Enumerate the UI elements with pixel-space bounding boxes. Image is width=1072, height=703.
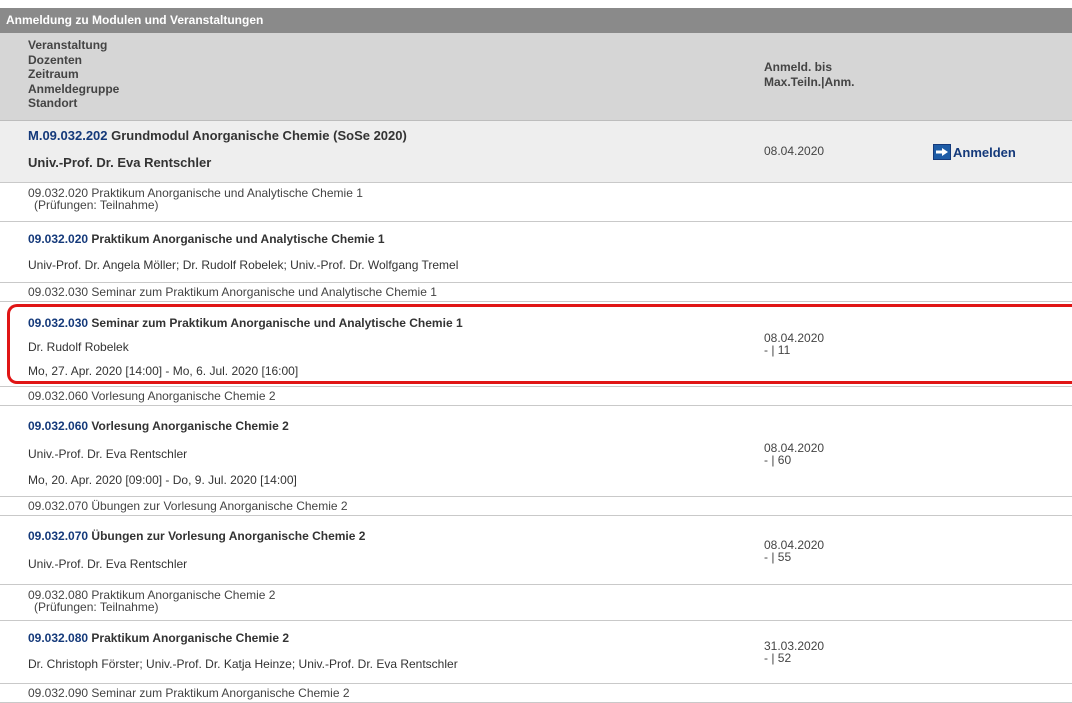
header-anmeld-bis: Anmeld. bis [764, 60, 833, 74]
course-code-link[interactable]: 09.032.020 [28, 232, 88, 246]
table-row: 09.032.080 Praktikum Anorganische Chemie… [0, 621, 1072, 684]
row-line2: (Prüfungen: Teilnahme) [34, 599, 159, 614]
row-title: 09.032.060 Vorlesung Anorganische Chemie… [28, 419, 289, 433]
table-row: 09.032.020 Praktikum Anorganische und An… [0, 222, 1072, 283]
row-line1: 09.032.060 Vorlesung Anorganische Chemie… [28, 389, 276, 403]
course-title: Praktikum Anorganische und Analytische C… [91, 232, 385, 246]
panel-title: Anmeldung zu Modulen und Veranstaltungen [0, 8, 1072, 33]
course-code-link[interactable]: 09.032.060 [28, 419, 88, 433]
course-lecturers: Univ.-Prof. Dr. Eva Rentschler [28, 447, 188, 461]
course-code-link[interactable]: 09.032.080 [28, 631, 88, 645]
course-lecturers: Univ.-Prof. Dr. Eva Rentschler [28, 557, 188, 571]
module-deadline: 08.04.2020 [764, 144, 825, 158]
course-deadline-block: 31.03.2020 - | 52 [764, 640, 824, 664]
column-header: Veranstaltung Dozenten Zeitraum Anmeldeg… [0, 33, 1072, 121]
arrow-right-icon [933, 144, 951, 160]
anmelden-button[interactable]: Anmelden [933, 144, 1016, 160]
table-row: 09.032.060 Vorlesung Anorganische Chemie… [0, 406, 1072, 497]
table-row: 09.032.030 Seminar zum Praktikum Anorgan… [0, 283, 1072, 302]
course-title: Seminar zum Praktikum Anorganische und A… [91, 316, 463, 330]
row-title: 09.032.070 Übungen zur Vorlesung Anorgan… [28, 529, 365, 543]
course-period: Mo, 27. Apr. 2020 [14:00] - Mo, 6. Jul. … [28, 364, 299, 378]
course-capacity: - | 11 [764, 343, 791, 357]
course-lecturers: Univ-Prof. Dr. Angela Möller; Dr. Rudolf… [28, 258, 459, 272]
row-line1: 09.032.030 Seminar zum Praktikum Anorgan… [28, 285, 437, 299]
table-row: 09.032.080 Praktikum Anorganische Chemie… [0, 585, 1072, 621]
row-text: 09.032.080 Praktikum Anorganische Chemie… [28, 589, 275, 614]
row-text: 09.032.020 Praktikum Anorganische und An… [28, 187, 363, 212]
course-capacity: - | 52 [764, 651, 792, 665]
table-row: 09.032.060 Vorlesung Anorganische Chemie… [0, 387, 1072, 406]
table-row: 09.032.020 Praktikum Anorganische und An… [0, 183, 1072, 222]
row-line2: (Prüfungen: Teilnahme) [34, 197, 159, 212]
row-title: 09.032.080 Praktikum Anorganische Chemie… [28, 631, 289, 645]
row-line1: 09.032.090 Seminar zum Praktikum Anorgan… [28, 686, 350, 700]
course-title: Vorlesung Anorganische Chemie 2 [91, 419, 289, 433]
table-row: 09.032.090 Seminar zum Praktikum Anorgan… [0, 684, 1072, 703]
module-lecturer: Univ.-Prof. Dr. Eva Rentschler [28, 155, 212, 170]
course-title: Übungen zur Vorlesung Anorganische Chemi… [91, 529, 366, 543]
course-code-link[interactable]: 09.032.070 [28, 529, 88, 543]
row-line1: 09.032.070 Übungen zur Vorlesung Anorgan… [28, 499, 348, 513]
module-code-link[interactable]: M.09.032.202 [28, 128, 108, 143]
header-zeitraum: Zeitraum [28, 67, 79, 81]
row-title: 09.032.030 Seminar zum Praktikum Anorgan… [28, 316, 463, 330]
course-capacity: - | 60 [764, 453, 792, 467]
table-row: 09.032.030 Seminar zum Praktikum Anorgan… [0, 302, 1072, 387]
header-left: Veranstaltung Dozenten Zeitraum Anmeldeg… [28, 38, 119, 111]
course-deadline-block: 08.04.2020 - | 55 [764, 539, 824, 563]
course-lecturers: Dr. Christoph Förster; Univ.-Prof. Dr. K… [28, 657, 458, 671]
module-row: M.09.032.202 Grundmodul Anorganische Che… [0, 121, 1072, 183]
course-code-link[interactable]: 09.032.030 [28, 316, 88, 330]
course-title: Praktikum Anorganische Chemie 2 [91, 631, 290, 645]
header-max-teiln: Max.Teiln.|Anm. [764, 74, 855, 89]
header-right: Anmeld. bis Max.Teiln.|Anm. [764, 60, 854, 89]
anmelden-label: Anmelden [953, 144, 1016, 160]
module-name: Grundmodul Anorganische Chemie (SoSe 202… [111, 128, 407, 143]
table-row: 09.032.070 Übungen zur Vorlesung Anorgan… [0, 516, 1072, 585]
course-capacity: - | 55 [764, 550, 792, 564]
table-row: 09.032.070 Übungen zur Vorlesung Anorgan… [0, 497, 1072, 516]
course-deadline-block: 08.04.2020 - | 11 [764, 332, 824, 356]
header-veranstaltung: Veranstaltung [28, 38, 108, 52]
header-standort: Standort [28, 96, 78, 110]
header-anmeldegruppe: Anmeldegruppe [28, 81, 120, 96]
module-title: M.09.032.202 Grundmodul Anorganische Che… [28, 128, 407, 143]
row-title: 09.032.020 Praktikum Anorganische und An… [28, 232, 385, 246]
course-lecturers: Dr. Rudolf Robelek [28, 340, 129, 354]
course-period: Mo, 20. Apr. 2020 [09:00] - Do, 9. Jul. … [28, 473, 297, 487]
course-deadline-block: 08.04.2020 - | 60 [764, 442, 824, 466]
header-dozenten: Dozenten [28, 52, 82, 67]
